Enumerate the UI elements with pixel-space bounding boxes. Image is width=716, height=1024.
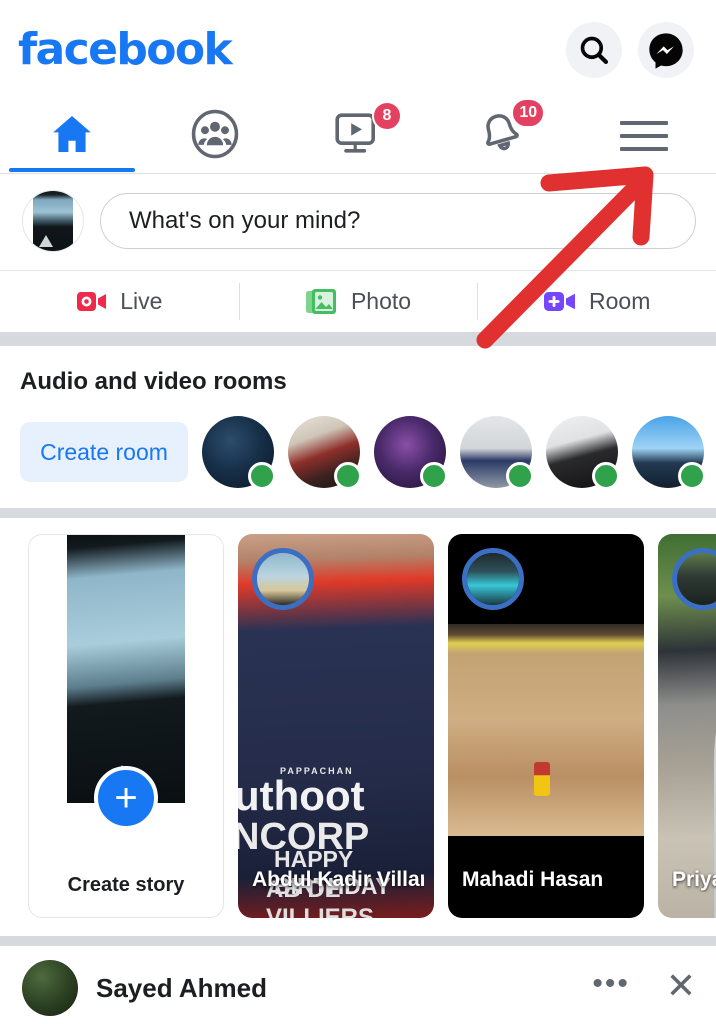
live-label: Live [120, 288, 163, 314]
section-divider-1 [0, 332, 716, 346]
story-avatar [467, 553, 519, 605]
messenger-icon [649, 33, 683, 69]
story-card-3[interactable]: Priyan [658, 534, 716, 918]
story-author-name: Priyan [672, 868, 716, 891]
online-dot [678, 462, 706, 488]
room-avatar-4[interactable] [460, 416, 534, 488]
room-avatar-2[interactable] [288, 416, 362, 488]
messenger-button[interactable] [638, 22, 694, 78]
photo-label: Photo [350, 288, 412, 314]
tab-notifications[interactable]: 10 [430, 97, 573, 172]
rooms-avatar-strip[interactable]: Create room [0, 416, 716, 488]
friends-icon [191, 109, 239, 158]
room-button[interactable]: Room [477, 271, 716, 332]
post-author-name[interactable]: Sayed Ahmed [96, 973, 574, 1004]
create-story-label: Create story [67, 874, 185, 896]
video-room-icon [544, 291, 575, 311]
tab-friends[interactable] [143, 100, 286, 172]
online-dot [248, 462, 276, 488]
section-divider-3 [0, 936, 716, 946]
feed-post-header: Sayed Ahmed ••• ✕ [0, 946, 716, 1016]
story-author-name: Mahadi Hasan [462, 868, 604, 891]
rooms-title: Audio and video rooms [20, 368, 287, 395]
home-icon-wrap [46, 110, 98, 163]
facebook-mobile-screen: facebook 8 10 What's on your mind? Live … [0, 0, 716, 1024]
story-media [448, 624, 644, 836]
post-more-options-button[interactable]: ••• [592, 969, 648, 1007]
main-tab-bar: 8 10 [0, 97, 716, 174]
room-avatar-6[interactable] [632, 416, 706, 488]
create-story-thumb [67, 535, 185, 803]
live-video-icon [77, 291, 107, 311]
audio-video-rooms-section: Audio and video rooms Create room [0, 346, 716, 508]
section-divider-2 [0, 508, 716, 518]
photo-icon [305, 288, 336, 314]
room-avatar-3[interactable] [374, 416, 448, 488]
tab-menu[interactable] [573, 100, 716, 172]
tab-home[interactable] [0, 100, 143, 172]
post-author-avatar[interactable] [22, 960, 78, 1016]
story-author-name: Abdul Kadir Villani [252, 868, 424, 891]
photo-button[interactable]: Photo [238, 271, 478, 332]
top-bar-actions [566, 22, 694, 78]
story-avatar-ring [462, 548, 524, 610]
composer-action-row: Live Photo Room [0, 270, 716, 332]
post-close-button[interactable]: ✕ [666, 968, 696, 1008]
composer-user-avatar[interactable] [22, 190, 84, 252]
room-avatar-1[interactable] [202, 416, 276, 488]
online-dot [420, 462, 448, 488]
whats-on-your-mind-input[interactable]: What's on your mind? [100, 193, 696, 249]
create-story-card[interactable]: + Create story [28, 534, 224, 918]
story-avatar-ring [252, 548, 314, 610]
story-avatar [257, 553, 309, 605]
story-overlay-line1: uthoot [238, 772, 365, 819]
watch-icon-wrap: 8 [333, 100, 402, 161]
online-dot [506, 462, 534, 488]
online-dot [334, 462, 362, 488]
story-avatar [677, 553, 716, 605]
notifications-badge: 10 [511, 97, 546, 128]
search-button[interactable] [566, 22, 622, 78]
story-card-2[interactable]: Mahadi Hasan [448, 534, 644, 918]
story-media-subject [534, 762, 550, 796]
bell-icon-wrap: 10 [476, 97, 546, 164]
friends-icon-wrap [190, 109, 240, 164]
plus-icon[interactable]: + [94, 766, 158, 830]
post-composer: What's on your mind? [0, 174, 716, 270]
stories-tray[interactable]: + Create story PAPPACHAN uthoot NCORP HA… [0, 518, 716, 936]
facebook-logo[interactable]: facebook [18, 28, 233, 72]
live-button[interactable]: Live [0, 271, 239, 332]
create-room-button[interactable]: Create room [20, 422, 188, 482]
story-avatar-ring [672, 548, 716, 610]
watch-badge: 8 [372, 100, 402, 131]
home-icon [52, 115, 91, 152]
room-label: Room [589, 288, 651, 314]
top-bar: facebook [0, 0, 716, 100]
room-avatar-5[interactable] [546, 416, 620, 488]
tab-watch[interactable]: 8 [286, 100, 429, 172]
search-icon [580, 36, 609, 65]
story-card-1[interactable]: PAPPACHAN uthoot NCORP HAPPY BIRTHDAY AB… [238, 534, 434, 918]
online-dot [592, 462, 620, 488]
hamburger-menu-icon [620, 121, 669, 151]
